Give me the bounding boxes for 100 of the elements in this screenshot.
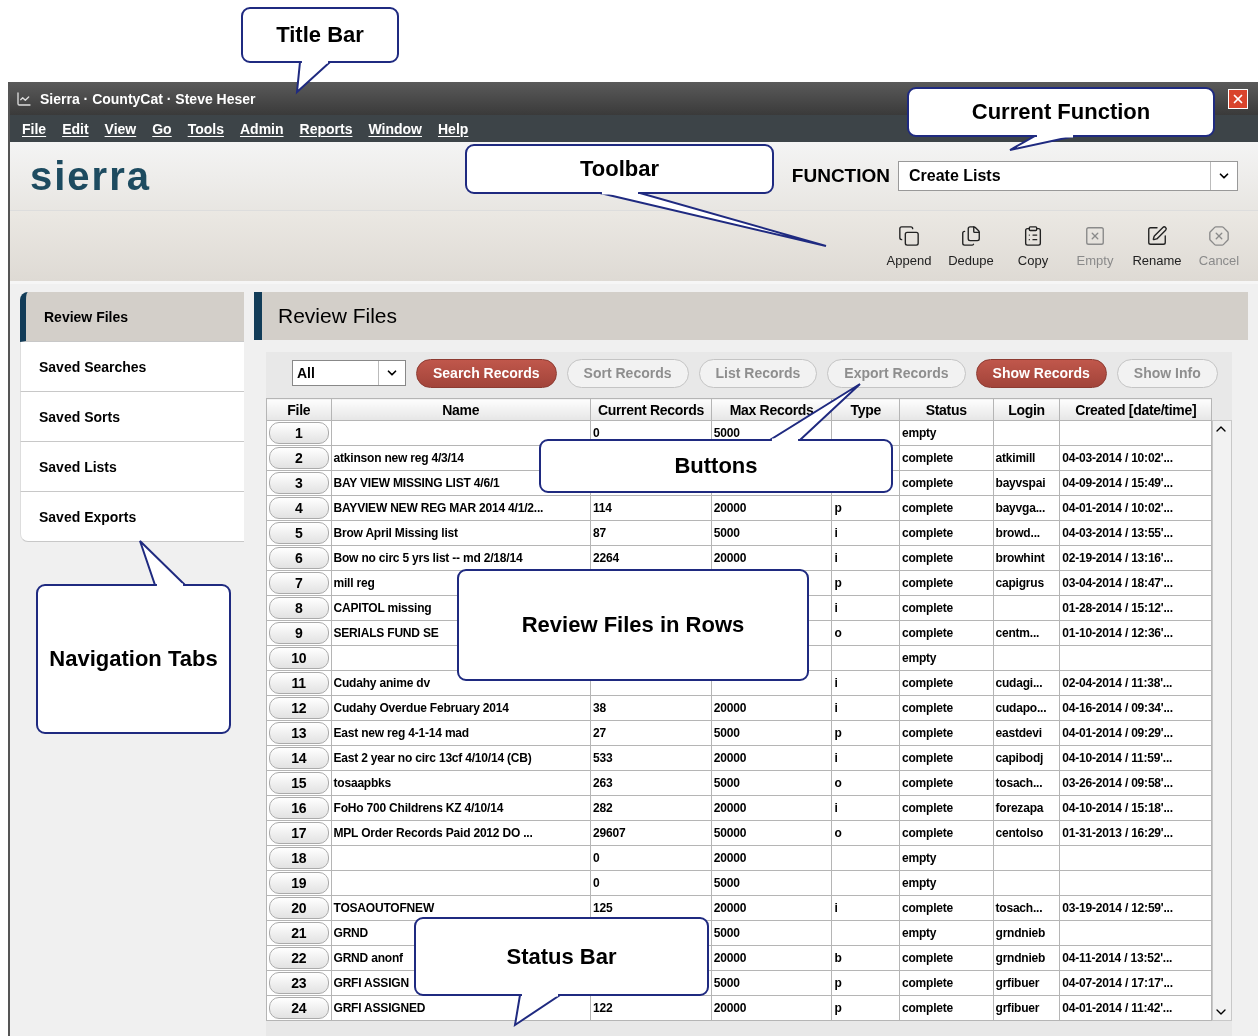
name-cell: BAYVIEW NEW REG MAR 2014 4/1/2...: [333, 501, 544, 515]
column-header[interactable]: File: [266, 398, 331, 421]
status-cell: complete: [901, 826, 954, 840]
file-number-button[interactable]: 6: [269, 547, 329, 569]
file-number-button[interactable]: 9: [269, 622, 329, 644]
file-number-button[interactable]: 8: [269, 597, 329, 619]
name-cell: mill reg: [333, 576, 375, 590]
type-cell: i: [834, 901, 838, 915]
menu-item[interactable]: Edit: [62, 120, 89, 137]
created-cell: 03-04-2014 / 18:47'...: [1062, 576, 1173, 590]
toolbar-button[interactable]: Copy: [1004, 224, 1062, 268]
max-records-cell: 5000: [713, 876, 740, 890]
status-cell: complete: [901, 601, 954, 615]
column-header[interactable]: Created [date/time]: [1059, 398, 1212, 421]
file-number-button[interactable]: 19: [269, 872, 329, 894]
column-header[interactable]: Status: [899, 398, 993, 421]
type-cell: o: [834, 826, 842, 840]
navigation-tab[interactable]: Saved Searches: [20, 342, 244, 392]
function-label: FUNCTION: [791, 165, 890, 187]
file-number-button[interactable]: 14: [269, 747, 329, 769]
current-records-cell: 122: [593, 1001, 613, 1015]
login-cell: grndnieb: [995, 951, 1046, 965]
file-number-button[interactable]: 20: [269, 897, 329, 919]
current-records-cell: 282: [593, 801, 613, 815]
menu-item[interactable]: Tools: [187, 120, 224, 137]
octagon-x-icon: [1208, 224, 1230, 247]
type-cell: i: [834, 601, 838, 615]
created-cell: 03-26-2014 / 09:58'...: [1062, 776, 1173, 790]
file-number-button[interactable]: 21: [269, 922, 329, 944]
file-number-button[interactable]: 16: [269, 797, 329, 819]
menu-item[interactable]: Help: [438, 120, 469, 137]
created-cell: 01-31-2013 / 16:29'...: [1062, 826, 1173, 840]
action-button[interactable]: Show Records: [975, 358, 1107, 388]
login-cell: eastdevi: [995, 726, 1042, 740]
menu-item[interactable]: Go: [152, 120, 172, 137]
file-number-button[interactable]: 1: [269, 422, 329, 444]
status-cell: complete: [901, 776, 954, 790]
file-number-button[interactable]: 13: [269, 722, 329, 744]
max-records-cell: 20000: [713, 1001, 747, 1015]
column-header[interactable]: Login: [993, 398, 1060, 421]
file-number-button[interactable]: 7: [269, 572, 329, 594]
file-number-button[interactable]: 3: [269, 472, 329, 494]
column-header[interactable]: Name: [331, 398, 591, 421]
action-button[interactable]: Search Records: [416, 358, 557, 388]
created-cell: 04-09-2014 / 15:49'...: [1062, 476, 1173, 490]
file-number-button[interactable]: 22: [269, 947, 329, 969]
file-number-button[interactable]: 23: [269, 972, 329, 994]
pencil-square-icon: [1146, 224, 1168, 247]
callout-label: Navigation Tabs: [49, 646, 218, 672]
name-cell: East 2 year no circ 13cf 4/10/14 (CB): [333, 751, 532, 765]
menu-item[interactable]: Admin: [240, 120, 284, 137]
status-cell: complete: [901, 701, 954, 715]
filter-dropdown[interactable]: All: [292, 360, 406, 386]
scrollbar[interactable]: [1212, 420, 1232, 1021]
name-cell: atkinson new reg 4/3/14: [333, 451, 464, 465]
file-number-button[interactable]: 12: [269, 697, 329, 719]
created-cell: 04-01-2014 / 09:29'...: [1062, 726, 1173, 740]
type-cell: i: [834, 701, 838, 715]
toolbar-button[interactable]: Dedupe: [942, 224, 1000, 268]
file-number-button[interactable]: 17: [269, 822, 329, 844]
name-cell: tosaapbks: [333, 776, 392, 790]
name-cell: East new reg 4-1-14 mad: [333, 726, 469, 740]
menu-item[interactable]: View: [104, 120, 137, 137]
type-cell: o: [834, 776, 842, 790]
file-number-button[interactable]: 4: [269, 497, 329, 519]
navigation-tab[interactable]: Saved Sorts: [20, 392, 244, 442]
column-header[interactable]: Current Records: [590, 398, 712, 421]
current-records-cell: 263: [593, 776, 613, 790]
menu-item[interactable]: File: [22, 120, 47, 137]
file-number-button[interactable]: 24: [269, 997, 329, 1019]
file-number-button[interactable]: 11: [269, 672, 329, 694]
close-button[interactable]: [1228, 88, 1248, 109]
max-records-cell: 5000: [713, 776, 740, 790]
max-records-cell: 5000: [713, 426, 740, 440]
menu-item[interactable]: Window: [368, 120, 422, 137]
toolbar-button[interactable]: Append: [880, 224, 938, 268]
status-cell: complete: [901, 576, 954, 590]
login-cell: bayvspai: [995, 476, 1046, 490]
file-number-button[interactable]: 2: [269, 447, 329, 469]
created-cell: 04-16-2014 / 09:34'...: [1062, 701, 1173, 715]
created-cell: 01-10-2014 / 12:36'...: [1062, 626, 1173, 640]
current-records-cell: 114: [593, 501, 612, 515]
callout-label: Title Bar: [276, 22, 364, 48]
navigation-tab[interactable]: Review Files: [20, 292, 244, 342]
status-cell: empty: [901, 426, 937, 440]
file-number-button[interactable]: 18: [269, 847, 329, 869]
file-number-button[interactable]: 5: [269, 522, 329, 544]
login-cell: forezapa: [995, 801, 1044, 815]
max-records-cell: 5000: [713, 976, 740, 990]
menu-item[interactable]: Reports: [299, 120, 353, 137]
max-records-cell: 20000: [713, 551, 747, 565]
login-cell: grfibuer: [995, 1001, 1040, 1015]
created-cell: 03-19-2014 / 12:59'...: [1062, 901, 1173, 915]
toolbar-button[interactable]: Rename: [1128, 224, 1186, 268]
function-dropdown[interactable]: Create Lists: [898, 161, 1238, 191]
column-header[interactable]: Type: [831, 398, 900, 421]
file-number-button[interactable]: 15: [269, 772, 329, 794]
navigation-tab[interactable]: Saved Lists: [20, 442, 244, 492]
documents-icon: [960, 224, 982, 247]
file-number-button[interactable]: 10: [269, 647, 329, 669]
